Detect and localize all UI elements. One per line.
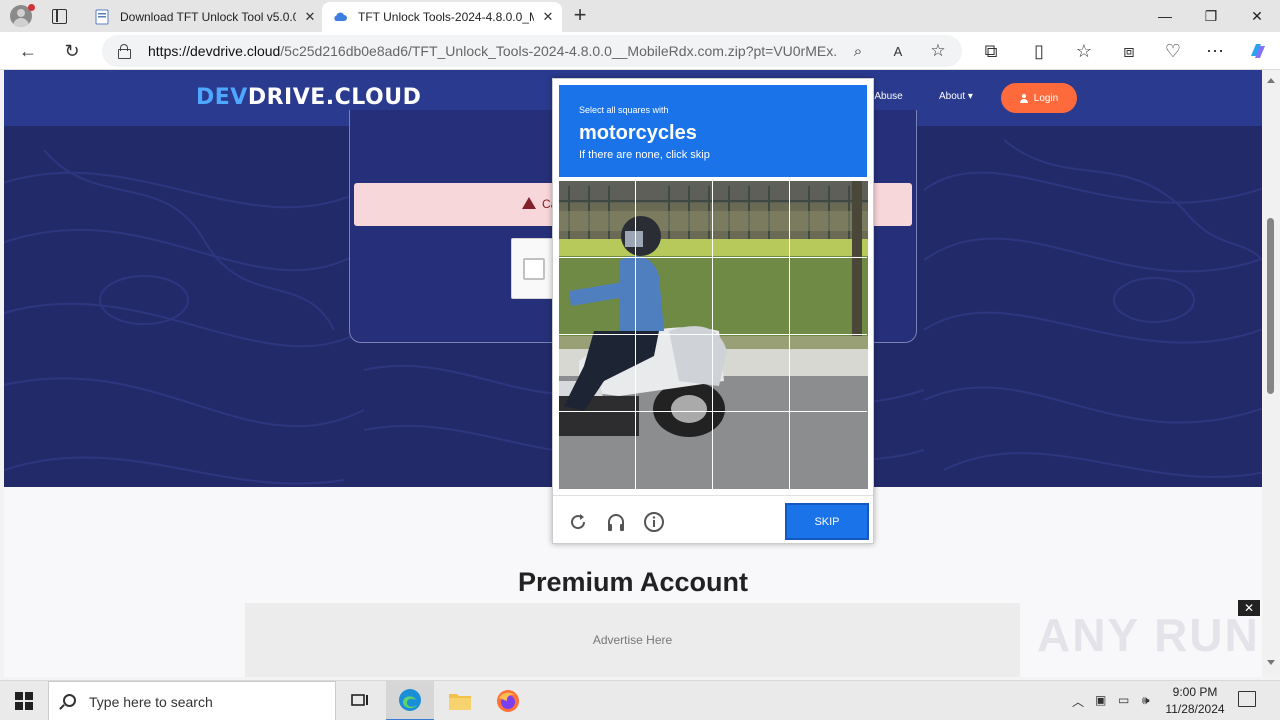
notifications-icon[interactable] <box>1238 691 1256 707</box>
ad-text: Advertise Here <box>592 633 673 647</box>
reload-button[interactable]: ↻ <box>58 37 86 65</box>
warning-icon <box>522 197 536 209</box>
notification-dot <box>28 4 35 11</box>
watermark-logo: ANY RUN <box>1037 609 1260 661</box>
tray-expand-icon[interactable]: ︿ <box>1072 693 1084 710</box>
new-tab-button[interactable]: + <box>568 4 592 28</box>
windows-logo-icon <box>15 692 33 710</box>
taskbar-file-explorer[interactable] <box>436 681 484 720</box>
start-button[interactable] <box>0 681 48 720</box>
restore-button[interactable]: ❐ <box>1188 0 1234 32</box>
tab-strip: Download TFT Unlock Tool v5.0.0 ✕ TFT Un… <box>0 0 1280 32</box>
search-icon <box>63 694 76 707</box>
grid-tile-6[interactable] <box>636 258 713 335</box>
page-scrollbar[interactable] <box>1262 70 1280 677</box>
taskbar-firefox[interactable] <box>484 681 532 720</box>
tab-title: Download TFT Unlock Tool v5.0.0 <box>120 10 296 24</box>
challenge-hint: If there are none, click skip <box>579 149 710 161</box>
grid-tile-9[interactable] <box>559 335 636 412</box>
challenge-prompt: Select all squares with <box>579 105 669 115</box>
tab-close-icon[interactable]: ✕ <box>300 9 320 25</box>
read-aloud-icon[interactable]: A <box>884 37 912 65</box>
refresh-icon[interactable] <box>567 511 589 533</box>
skip-button[interactable]: SKIP <box>785 503 869 540</box>
captcha-checkbox[interactable] <box>523 258 545 280</box>
volume-icon[interactable]: 🕪 <box>1142 693 1150 708</box>
taskbar: Type here to search ︿ ▣ ▭ 🕪 9:00 PM 11/2… <box>0 680 1280 720</box>
scroll-down-arrow[interactable] <box>1267 660 1275 665</box>
favorites-icon[interactable]: ☆ <box>1070 37 1098 65</box>
url-text[interactable]: https://devdrive.cloud/5c25d216db0e8ad6/… <box>148 43 838 59</box>
info-icon[interactable] <box>643 511 665 533</box>
settings-more-icon[interactable]: ⋯ <box>1201 37 1229 65</box>
copilot-icon[interactable] <box>1244 37 1272 65</box>
nav-about[interactable]: About ▾ <box>939 91 973 102</box>
grid-tile-15[interactable] <box>713 412 790 489</box>
tab-actions-icon[interactable] <box>50 7 68 25</box>
grid-tile-12[interactable] <box>790 335 867 412</box>
login-label: Login <box>1033 92 1059 104</box>
grid-tile-8[interactable] <box>790 258 867 335</box>
tab-download-tft[interactable]: Download TFT Unlock Tool v5.0.0 ✕ <box>84 2 322 32</box>
task-view-button[interactable] <box>336 681 384 720</box>
task-view-icon <box>351 694 368 706</box>
extensions-icon[interactable]: ⧉ <box>977 37 1005 65</box>
scroll-thumb[interactable] <box>1267 218 1274 394</box>
clock-time: 9:00 PM <box>1172 685 1218 699</box>
favorite-star-icon[interactable]: ☆ <box>924 37 952 65</box>
taskbar-clock[interactable]: 9:00 PM 11/28/2024 <box>1160 684 1230 718</box>
challenge-object: motorcycles <box>579 122 697 144</box>
tab-tft-unlock-tools[interactable]: TFT Unlock Tools-2024-4.8.0.0_M ✕ <box>322 2 562 32</box>
grid-tile-10[interactable] <box>636 335 713 412</box>
grid-tile-5[interactable] <box>559 258 636 335</box>
cloud-icon <box>334 12 347 21</box>
grid-tile-16[interactable] <box>790 412 867 489</box>
grid-tile-1[interactable] <box>559 181 636 258</box>
grid-tile-3[interactable] <box>713 181 790 258</box>
grid-tile-13[interactable] <box>559 412 636 489</box>
challenge-header: Select all squares with motorcycles If t… <box>559 85 867 177</box>
captcha-challenge: Select all squares with motorcycles If t… <box>552 78 874 544</box>
grid-tile-4[interactable] <box>790 181 867 258</box>
back-button[interactable]: ← <box>14 37 42 65</box>
edge-icon <box>399 689 421 711</box>
grid-tile-7[interactable] <box>713 258 790 335</box>
minimize-button[interactable]: — <box>1142 0 1188 32</box>
window-close-button[interactable]: ✕ <box>1234 0 1280 32</box>
taskbar-search[interactable]: Type here to search <box>48 681 336 720</box>
tab-close-icon[interactable]: ✕ <box>538 9 558 25</box>
zoom-icon[interactable]: ⌕ <box>844 37 872 65</box>
clock-date: 11/28/2024 <box>1165 702 1225 716</box>
address-bar[interactable]: https://devdrive.cloud/5c25d216db0e8ad6/… <box>102 35 962 67</box>
page-icon <box>95 9 109 25</box>
lock-icon[interactable] <box>118 44 131 59</box>
firefox-icon <box>497 690 519 712</box>
user-icon <box>1019 93 1028 103</box>
tab-title: TFT Unlock Tools-2024-4.8.0.0_M <box>358 10 534 24</box>
folder-icon <box>449 694 471 710</box>
challenge-footer: SKIP <box>553 495 873 545</box>
tray-device-icon[interactable]: ▣ <box>1095 693 1106 707</box>
ad-banner[interactable]: Advertise Here <box>245 603 1020 677</box>
grid-tile-11[interactable] <box>713 335 790 412</box>
split-screen-icon[interactable]: ▯ <box>1025 37 1053 65</box>
grid-tile-14[interactable] <box>636 412 713 489</box>
collections-icon[interactable]: ⧈ <box>1115 37 1143 65</box>
taskbar-edge[interactable] <box>386 681 434 720</box>
browser-toolbar: ← ↻ https://devdrive.cloud/5c25d216db0e8… <box>0 32 1280 70</box>
scroll-up-arrow[interactable] <box>1267 78 1275 83</box>
browser-essentials-icon[interactable]: ♡ <box>1159 37 1187 65</box>
premium-title: Premium Account <box>517 567 749 597</box>
network-icon[interactable]: ▭ <box>1118 693 1129 707</box>
challenge-image-grid <box>559 181 868 489</box>
headphones-icon[interactable] <box>605 511 627 533</box>
search-placeholder: Type here to search <box>89 694 213 710</box>
site-logo[interactable]: DEVDRIVE.CLOUD <box>196 85 421 110</box>
grid-tile-2[interactable] <box>636 181 713 258</box>
login-button[interactable]: Login <box>1001 83 1077 113</box>
